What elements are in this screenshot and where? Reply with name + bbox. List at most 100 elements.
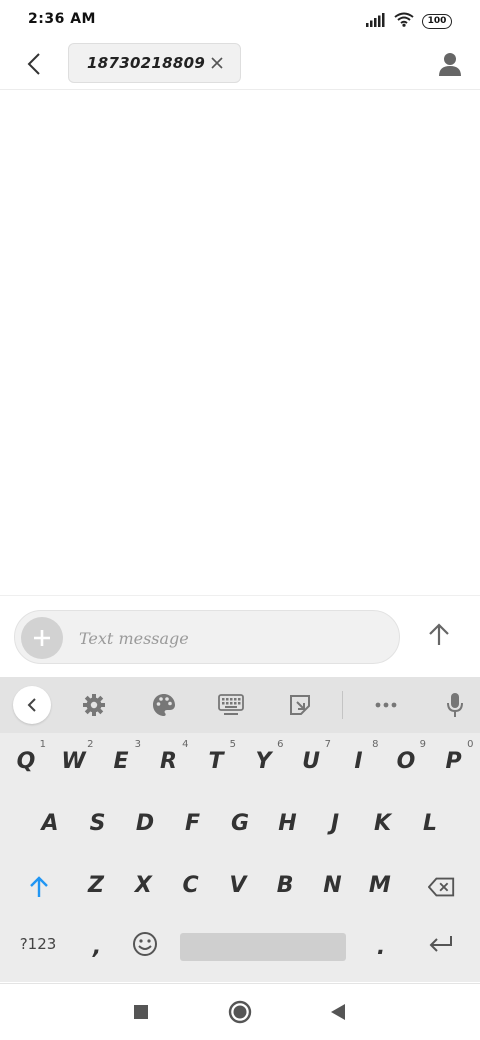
- key-i[interactable]: I8: [337, 737, 381, 785]
- gear-icon[interactable]: [76, 688, 112, 722]
- navigation-bar: [0, 983, 480, 1040]
- chevron-left-icon[interactable]: [18, 48, 50, 80]
- status-bar: 2:36 AM 100: [0, 0, 480, 40]
- key-label: M: [368, 872, 391, 898]
- key-y[interactable]: Y6: [242, 737, 286, 785]
- key-hint: 2: [87, 739, 94, 750]
- battery-icon: 100: [422, 13, 452, 29]
- key-b[interactable]: B: [263, 861, 307, 909]
- keyboard-icon[interactable]: [213, 688, 249, 722]
- status-time: 2:36 AM: [28, 11, 96, 27]
- key-l[interactable]: L: [408, 799, 452, 847]
- more-icon[interactable]: [368, 688, 404, 722]
- key-label: G: [230, 810, 250, 836]
- key-k[interactable]: K: [361, 799, 405, 847]
- key-label: V: [229, 872, 247, 898]
- key-r[interactable]: R4: [147, 737, 191, 785]
- key-o[interactable]: O9: [384, 737, 428, 785]
- emoji-icon[interactable]: [130, 920, 160, 968]
- square-icon[interactable]: [127, 998, 155, 1026]
- key-hint: 3: [134, 739, 141, 750]
- key-n[interactable]: N: [311, 861, 355, 909]
- key-hint: 1: [39, 739, 46, 750]
- key-label: Y: [255, 748, 272, 774]
- key-hint: 4: [182, 739, 189, 750]
- plus-icon[interactable]: [21, 617, 63, 659]
- key-v[interactable]: V: [216, 861, 260, 909]
- key-hint: 7: [324, 739, 331, 750]
- key-label: P: [445, 748, 462, 774]
- key-label: H: [278, 810, 297, 836]
- chevron-left-icon[interactable]: [13, 686, 51, 724]
- key-label: N: [323, 872, 342, 898]
- period-key[interactable]: .: [366, 923, 396, 971]
- key-hint: 8: [372, 739, 379, 750]
- compose-box: [14, 610, 400, 664]
- backspace-icon[interactable]: [428, 863, 456, 911]
- comma-key[interactable]: ,: [82, 923, 112, 971]
- person-icon[interactable]: [434, 48, 466, 80]
- recipient-chip[interactable]: 18730218809: [68, 43, 241, 83]
- palette-icon[interactable]: [146, 688, 182, 722]
- conversation-header: 18730218809: [0, 40, 480, 90]
- key-g[interactable]: G: [218, 799, 262, 847]
- key-u[interactable]: U7: [289, 737, 333, 785]
- key-label: T: [208, 748, 224, 774]
- key-h[interactable]: H: [266, 799, 310, 847]
- key-label: Q: [16, 748, 36, 774]
- space-key[interactable]: [180, 933, 346, 961]
- key-p[interactable]: P0: [432, 737, 476, 785]
- key-m[interactable]: M: [358, 861, 402, 909]
- wifi-icon: [394, 12, 414, 31]
- shift-icon[interactable]: [22, 863, 56, 911]
- key-label: X: [134, 872, 152, 898]
- key-w[interactable]: W2: [52, 737, 96, 785]
- key-a[interactable]: A: [28, 799, 72, 847]
- toolbar-divider: [342, 691, 343, 719]
- key-label: O: [396, 748, 416, 774]
- key-label: L: [422, 810, 438, 836]
- key-d[interactable]: D: [123, 799, 167, 847]
- microphone-icon[interactable]: [437, 688, 473, 722]
- key-label: R: [160, 748, 177, 774]
- key-hint: 6: [277, 739, 284, 750]
- key-hint: 9: [419, 739, 426, 750]
- key-label: Z: [88, 872, 104, 898]
- message-list: [0, 91, 480, 594]
- key-label: W: [61, 748, 86, 774]
- message-input[interactable]: [79, 625, 379, 651]
- key-label: U: [302, 748, 320, 774]
- key-e[interactable]: E3: [99, 737, 143, 785]
- clipboard-icon[interactable]: [282, 688, 318, 722]
- key-hint: 5: [229, 739, 236, 750]
- close-icon[interactable]: [208, 54, 226, 72]
- arrow-up-icon[interactable]: [422, 618, 456, 652]
- circle-icon[interactable]: [226, 998, 254, 1026]
- key-label: D: [135, 810, 155, 836]
- key-label: I: [354, 748, 363, 774]
- symbols-key[interactable]: ?123: [8, 920, 68, 968]
- compose-bar: [0, 595, 480, 677]
- key-label: S: [89, 810, 106, 836]
- key-c[interactable]: C: [169, 861, 213, 909]
- key-label: K: [373, 810, 392, 836]
- status-icons: 100: [366, 12, 452, 30]
- back-triangle-icon[interactable]: [324, 998, 352, 1026]
- key-label: E: [113, 748, 129, 774]
- key-f[interactable]: F: [171, 799, 215, 847]
- key-t[interactable]: T5: [194, 737, 238, 785]
- enter-icon[interactable]: [424, 920, 458, 968]
- key-label: J: [330, 810, 340, 836]
- key-label: B: [276, 872, 294, 898]
- key-z[interactable]: Z: [74, 861, 118, 909]
- keyboard: ?123 , . Q1W2E3R4T5Y6U7I8O9P0ASDFGHJKLZX…: [0, 677, 480, 982]
- key-label: F: [184, 810, 201, 836]
- key-x[interactable]: X: [121, 861, 165, 909]
- key-q[interactable]: Q1: [4, 737, 48, 785]
- signal-icon: [366, 12, 386, 31]
- key-label: C: [182, 872, 199, 898]
- key-s[interactable]: S: [76, 799, 120, 847]
- keyboard-toolbar: [0, 677, 480, 733]
- key-j[interactable]: J: [313, 799, 357, 847]
- recipient-number: 18730218809: [87, 54, 206, 72]
